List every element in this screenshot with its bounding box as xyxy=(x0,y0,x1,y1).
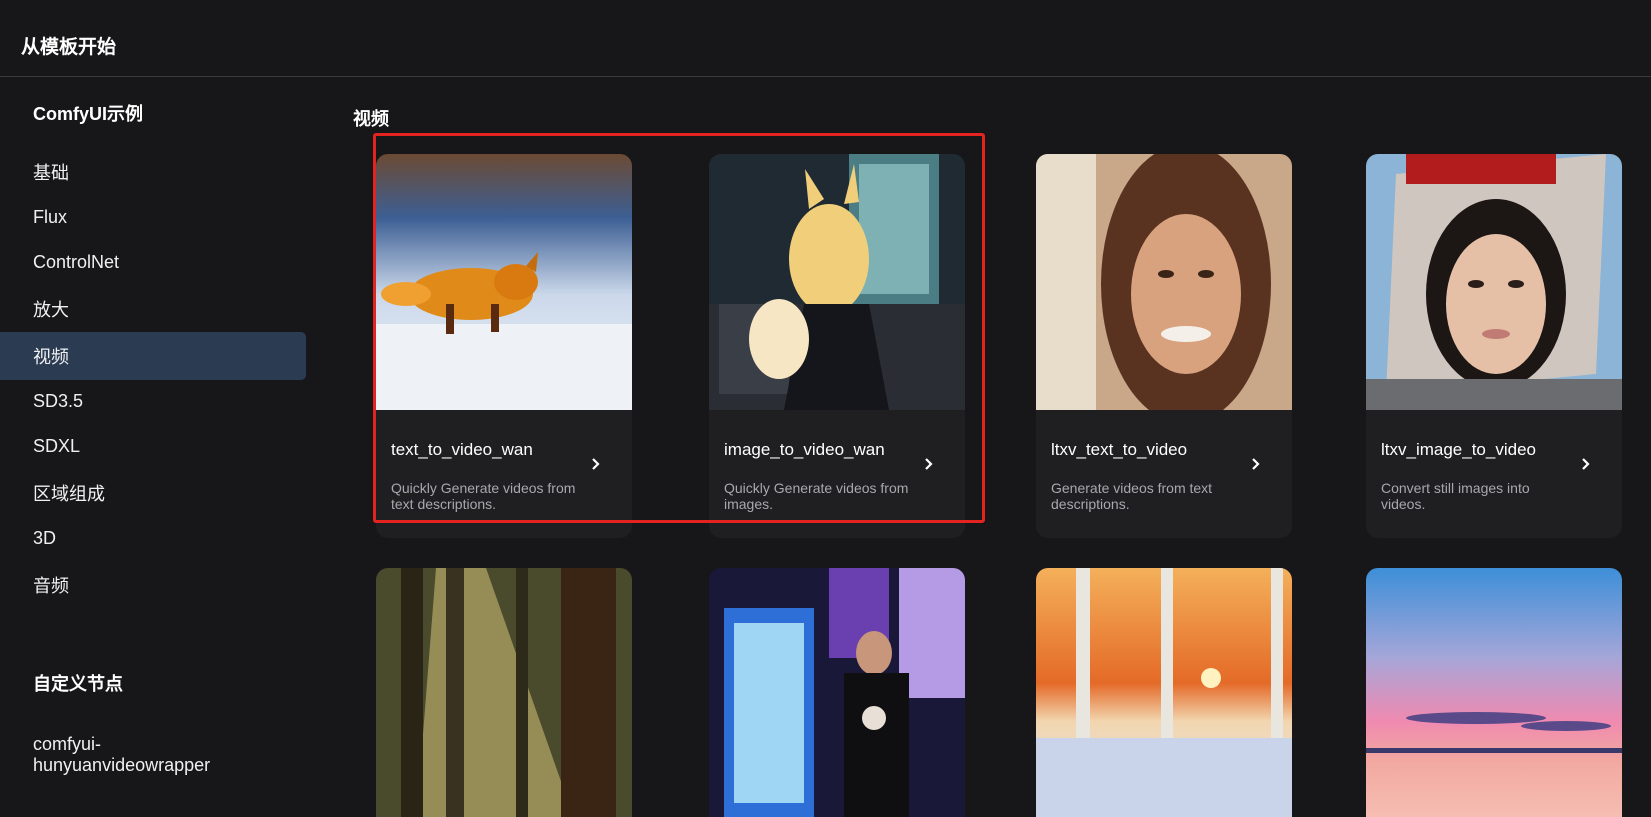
template-description: Convert still images into videos. xyxy=(1381,480,1530,512)
template-name: ltxv_text_to_video xyxy=(1051,440,1188,459)
sidebar-item-label: 3D xyxy=(33,527,57,548)
sidebar-item-hunyuanvideowrapper[interactable]: comfyui- hunyuanvideowrapper xyxy=(0,731,306,779)
template-name: ltxv_image_to_video xyxy=(1381,440,1536,459)
thumbnail-winter-birch-sunset xyxy=(1036,568,1292,817)
sidebar-item-label: comfyui- hunyuanvideowrapper xyxy=(33,734,211,775)
template-description: Quickly Generate videos from text descri… xyxy=(391,480,576,512)
thumbnail-fox-running-in-snow xyxy=(376,154,632,410)
chevron-right-icon xyxy=(1582,458,1590,470)
category-sidebar: ComfyUI示例 基础 Flux ControlNet 放大 视频 SD3.5… xyxy=(0,78,306,817)
chevron-right-icon xyxy=(925,458,933,470)
chevron-right-icon xyxy=(1252,458,1260,470)
sidebar-item-label: 区域组成 xyxy=(33,484,105,504)
sidebar-item-label: 基础 xyxy=(33,163,69,183)
sidebar-item-sd35[interactable]: SD3.5 xyxy=(0,377,306,425)
sidebar-item-video[interactable]: 视频 xyxy=(0,332,306,380)
sidebar-heading-comfyui-examples: ComfyUI示例 xyxy=(33,104,144,124)
sidebar-item-upscale[interactable]: 放大 xyxy=(0,285,306,333)
sidebar-item-sdxl[interactable]: SDXL xyxy=(0,422,306,470)
sidebar-item-label: Flux xyxy=(33,206,68,227)
page-title: 从模板开始 xyxy=(21,37,117,58)
sidebar-item-area-composition[interactable]: 区域组成 xyxy=(0,469,306,517)
sidebar-heading-custom-nodes: 自定义节点 xyxy=(33,674,123,694)
template-description: Generate videos from text descriptions. xyxy=(1051,480,1213,512)
template-card-ltxv-image-to-video[interactable]: ltxv_image_to_video Convert still images… xyxy=(1366,154,1622,538)
sidebar-item-label: SDXL xyxy=(33,435,81,456)
template-name: text_to_video_wan xyxy=(391,440,533,459)
thumbnail-smiling-woman-portrait xyxy=(1036,154,1292,410)
sidebar-item-label: SD3.5 xyxy=(33,390,84,411)
header-bar: 从模板开始 xyxy=(0,0,1651,77)
sidebar-item-label: 放大 xyxy=(33,300,69,320)
sidebar-item-label: 音频 xyxy=(33,576,69,596)
template-card-night-street[interactable] xyxy=(709,568,965,817)
sidebar-item-controlnet[interactable]: ControlNet xyxy=(0,238,306,286)
template-card-sunset-lake[interactable] xyxy=(1366,568,1622,817)
thumbnail-fox-girl-in-gothic-kitchen xyxy=(709,154,965,410)
template-card-text-to-video-wan[interactable]: text_to_video_wan Quickly Generate video… xyxy=(376,154,632,538)
chevron-right-icon xyxy=(592,458,600,470)
thumbnail-pink-sunset-lake xyxy=(1366,568,1622,817)
sidebar-item-label: 视频 xyxy=(33,347,69,367)
sidebar-item-audio[interactable]: 音频 xyxy=(0,561,306,609)
thumbnail-man-at-vending-machines-night xyxy=(709,568,965,817)
sidebar-item-basics[interactable]: 基础 xyxy=(0,148,306,196)
thumbnail-woman-face-on-billboard xyxy=(1366,154,1622,410)
sidebar-item-3d[interactable]: 3D xyxy=(0,514,306,562)
template-card-image-to-video-wan[interactable]: image_to_video_wan Quickly Generate vide… xyxy=(709,154,965,538)
template-card-forest[interactable] xyxy=(376,568,632,817)
template-grid-area: 视频 text_to_video_wan Quickly Generate vi… xyxy=(306,78,1651,817)
template-card-ltxv-text-to-video[interactable]: ltxv_text_to_video Generate videos from … xyxy=(1036,154,1292,538)
template-card-winter-sunset[interactable] xyxy=(1036,568,1292,817)
template-name: image_to_video_wan xyxy=(724,440,885,459)
template-description: Quickly Generate videos from images. xyxy=(724,480,909,512)
template-browser: 从模板开始 ComfyUI示例 基础 Flux ControlNet 放大 视频… xyxy=(0,0,1651,817)
sidebar-item-flux[interactable]: Flux xyxy=(0,193,306,241)
thumbnail-sunlit-forest xyxy=(376,568,632,817)
section-title: 视频 xyxy=(353,109,389,129)
sidebar-item-label: ControlNet xyxy=(33,251,120,272)
